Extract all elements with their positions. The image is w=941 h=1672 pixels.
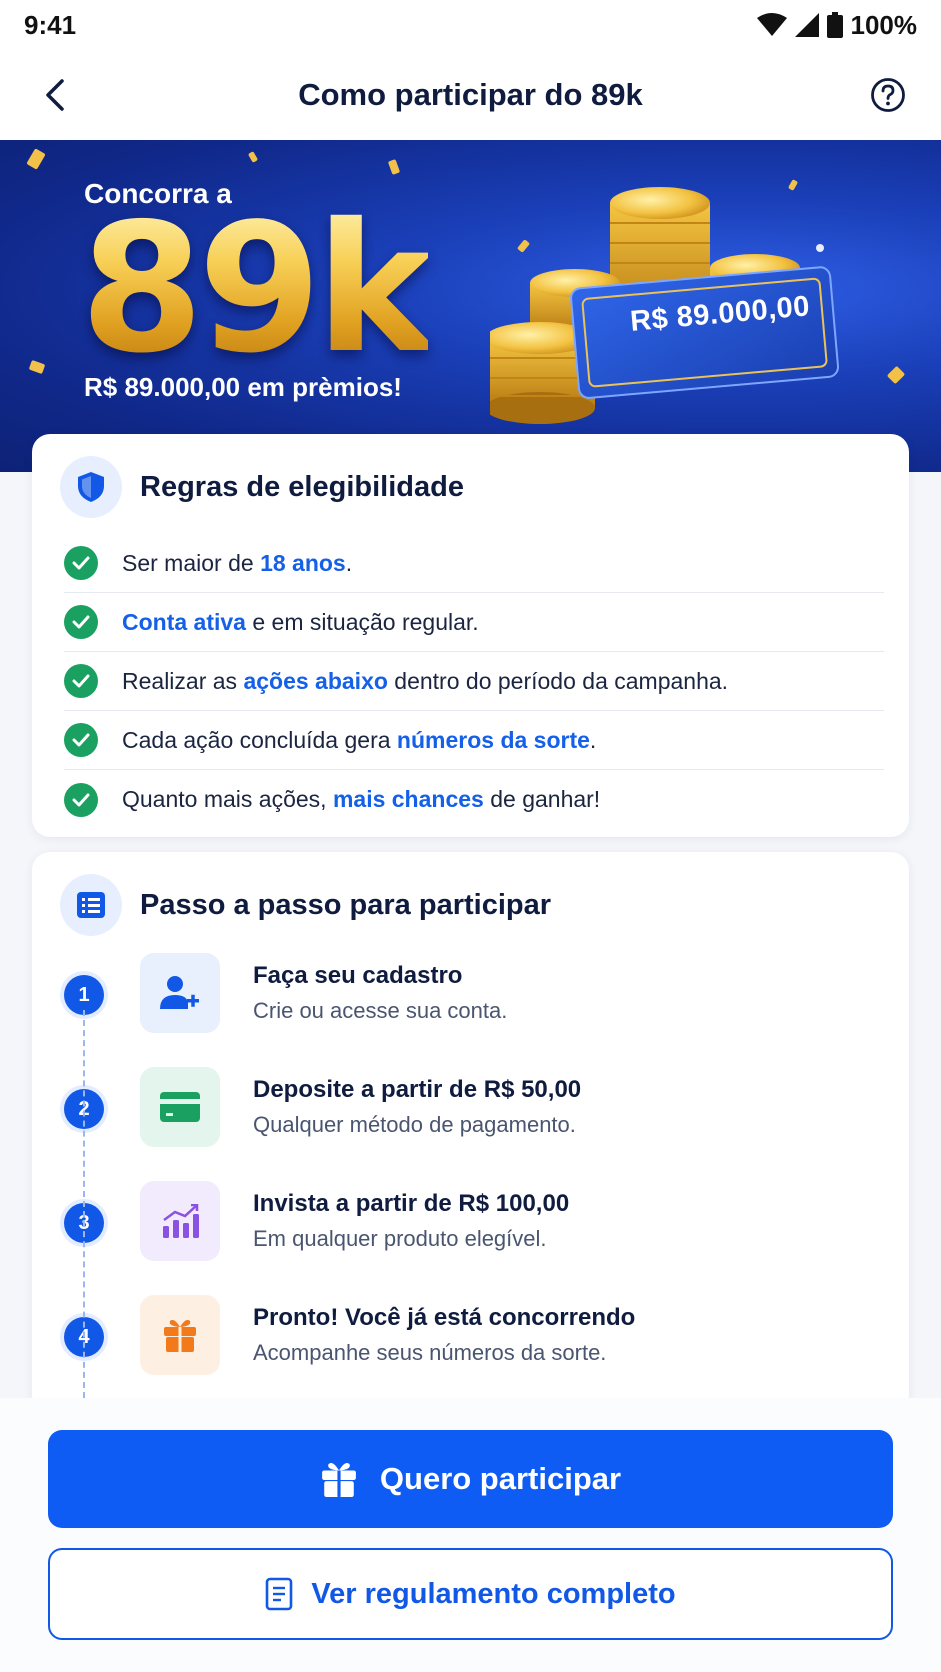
step-title: Faça seu cadastro bbox=[253, 962, 463, 989]
back-button[interactable] bbox=[32, 72, 78, 118]
step-4: 4 Pronto! Você já está concorrendo Acomp… bbox=[32, 1295, 909, 1375]
list-item: Conta ativa e em situação regular. bbox=[64, 593, 884, 652]
list-item: Cada ação concluída gera números da sort… bbox=[64, 711, 884, 770]
list-icon bbox=[60, 874, 122, 936]
status-time: 9:41 bbox=[24, 9, 77, 40]
steps-card: Passo a passo para participar 1 Faça seu… bbox=[32, 852, 909, 1412]
eligibility-header: Regras de elegibilidade bbox=[60, 456, 464, 518]
rule-text: Cada ação concluída gera números da sort… bbox=[122, 726, 597, 753]
wifi-icon bbox=[756, 13, 787, 36]
confetti bbox=[28, 359, 46, 375]
steps-timeline-line bbox=[83, 1010, 85, 1398]
hero-banner: Concorra a 89k R$ 89.000,00 em prèmios! bbox=[0, 140, 941, 472]
rule-text: Realizar as ações abaixo dentro do perío… bbox=[122, 667, 729, 694]
hero-prize-amount: 89k bbox=[80, 185, 434, 392]
check-icon bbox=[64, 546, 98, 580]
check-icon bbox=[64, 605, 98, 639]
rule-text: Conta ativa e em situação regular. bbox=[122, 608, 479, 635]
steps-title: Passo a passo para participar bbox=[140, 888, 552, 921]
list-item: Realizar as ações abaixo dentro do perío… bbox=[64, 652, 884, 711]
step-title: Invista a partir de R$ 100,00 bbox=[253, 1190, 570, 1217]
help-circle-icon bbox=[871, 78, 905, 112]
document-icon bbox=[266, 1577, 293, 1611]
shield-icon bbox=[60, 456, 122, 518]
status-icons: 100% bbox=[756, 9, 918, 41]
regulation-button-label: Ver regulamento completo bbox=[311, 1577, 676, 1610]
hero-subtitle: R$ 89.000,00 em prèmios! bbox=[84, 372, 402, 402]
rule-text: Ser maior de 18 anos. bbox=[122, 549, 353, 576]
step-1: 1 Faça seu cadastro Crie ou acesse sua c… bbox=[32, 953, 909, 1033]
step-description: Em qualquer produto elegível. bbox=[253, 1226, 547, 1251]
step-2: 2 Deposite a partir de R$ 50,00 Qualquer… bbox=[32, 1067, 909, 1147]
regulation-button[interactable]: Ver regulamento completo bbox=[48, 1548, 893, 1640]
chevron-left-icon bbox=[46, 79, 64, 111]
list-item: Ser maior de 18 anos. bbox=[64, 534, 884, 593]
battery-level: 100% bbox=[850, 9, 918, 40]
check-icon bbox=[64, 723, 98, 757]
app-header: Como participar do 89k bbox=[0, 50, 941, 140]
gift-icon bbox=[140, 1295, 220, 1375]
step-title: Deposite a partir de R$ 50,00 bbox=[253, 1076, 582, 1103]
page-title: Como participar do 89k bbox=[298, 77, 643, 112]
step-description: Crie ou acesse sua conta. bbox=[253, 998, 508, 1023]
check-icon bbox=[64, 664, 98, 698]
confetti bbox=[247, 151, 259, 163]
eligibility-list: Ser maior de 18 anos. Conta ativa e em s… bbox=[64, 534, 884, 829]
status-bar: 9:41 100% bbox=[0, 0, 941, 50]
participate-button[interactable]: Quero participar bbox=[48, 1430, 893, 1528]
steps-header: Passo a passo para participar bbox=[60, 874, 551, 936]
step-description: Qualquer método de pagamento. bbox=[253, 1112, 576, 1137]
participate-button-label: Quero participar bbox=[379, 1461, 622, 1496]
card-icon bbox=[140, 1067, 220, 1147]
step-description: Acompanhe seus números da sorte. bbox=[253, 1340, 607, 1365]
rule-text: Quanto mais ações, mais chances de ganha… bbox=[122, 786, 601, 812]
battery-icon bbox=[826, 12, 843, 38]
step-number: 1 bbox=[64, 975, 104, 1015]
bottom-actions: Quero participar Ver regulamento complet… bbox=[0, 1398, 941, 1672]
eligibility-card: Regras de elegibilidade Ser maior de 18 … bbox=[32, 434, 909, 837]
list-item: Quanto mais ações, mais chances de ganha… bbox=[64, 770, 884, 829]
help-button[interactable] bbox=[865, 72, 911, 118]
check-icon bbox=[64, 782, 98, 817]
user-plus-icon bbox=[140, 953, 220, 1033]
signal-icon bbox=[794, 13, 819, 37]
confetti bbox=[387, 159, 401, 175]
eligibility-title: Regras de elegibilidade bbox=[140, 470, 464, 503]
confetti bbox=[26, 148, 46, 170]
chart-icon bbox=[140, 1181, 220, 1261]
gift-icon bbox=[322, 1463, 356, 1497]
step-3: 3 Invista a partir de R$ 100,00 Em qualq… bbox=[32, 1181, 909, 1261]
step-title: Pronto! Você já está concorrendo bbox=[253, 1304, 636, 1331]
